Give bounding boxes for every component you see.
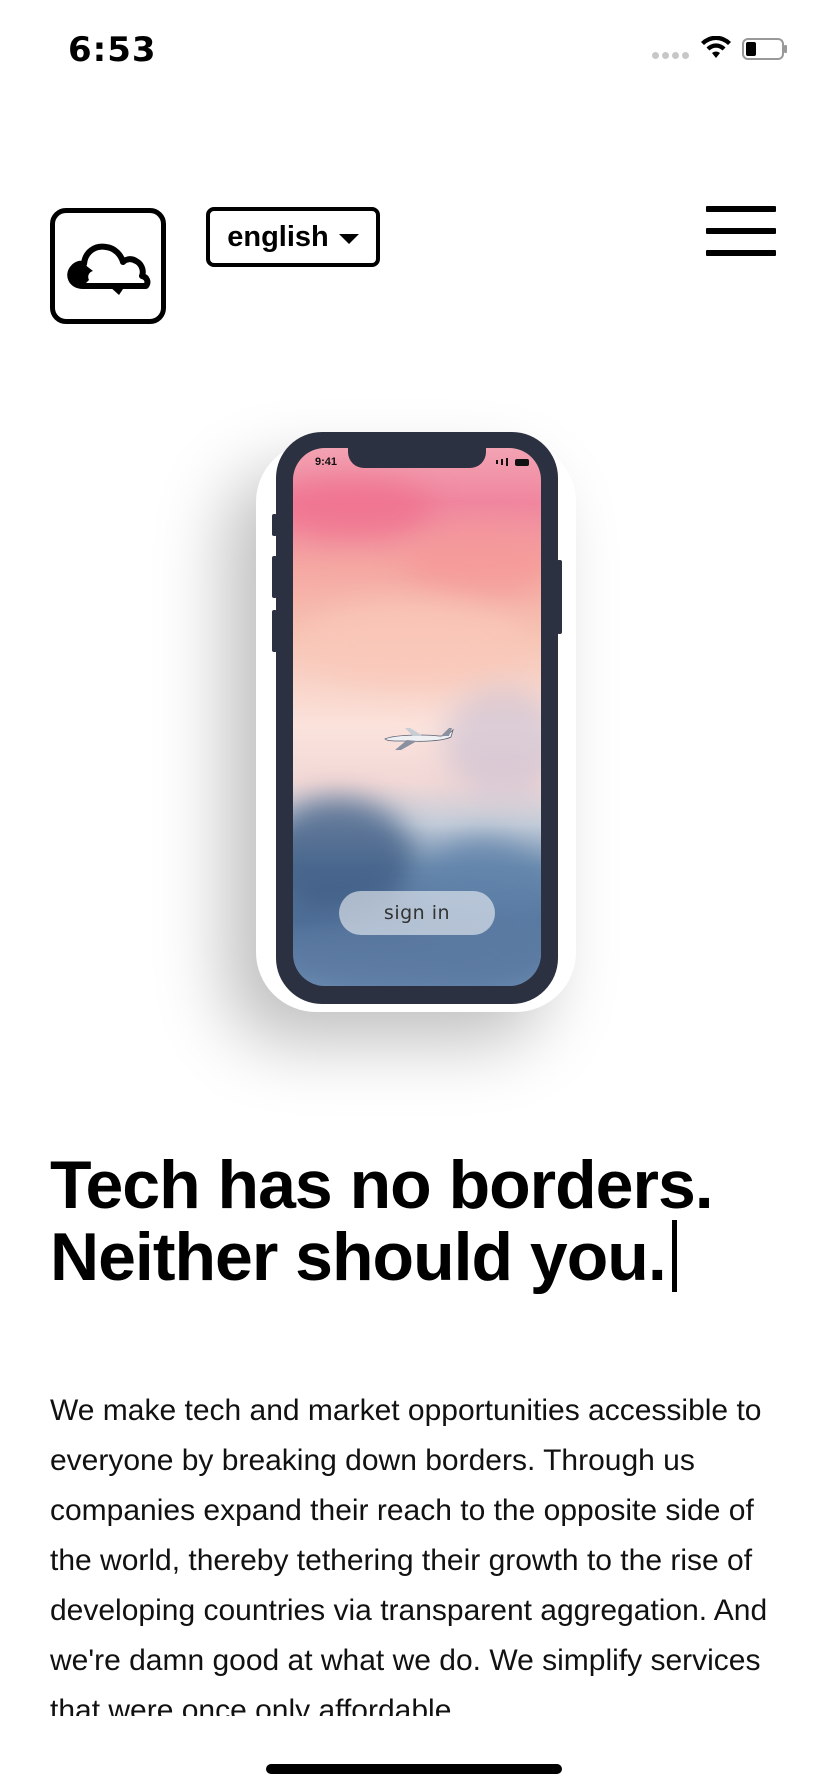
hamburger-menu-button[interactable] (706, 206, 776, 258)
headline-line-2: Neither should you. (50, 1220, 790, 1292)
phone-status-time: 9:41 (315, 456, 338, 468)
home-indicator[interactable] (266, 1764, 562, 1774)
screen: 6:53 english 9:41 sign in Tech has no bo… (0, 0, 828, 1792)
status-bar: 6:53 (0, 0, 828, 100)
cloud-logo-icon (67, 243, 151, 295)
cellular-signal-icon (652, 52, 689, 59)
menu-line (706, 228, 776, 234)
phone-mockup-image: 9:41 sign in (272, 432, 562, 1004)
menu-line (706, 250, 776, 256)
phone-screen: 9:41 sign in (293, 448, 541, 986)
text-cursor (671, 1220, 677, 1292)
phone-status-icons (496, 458, 529, 466)
headline-line-1: Tech has no borders. (50, 1147, 714, 1223)
wifi-icon (701, 36, 731, 58)
menu-line (706, 206, 776, 212)
intro-paragraph: We make tech and market opportunities ac… (50, 1394, 768, 1716)
hero-headline: Tech has no borders. Neither should you. (50, 1150, 790, 1292)
sign-in-button: sign in (339, 891, 495, 935)
logo-button[interactable] (50, 208, 166, 324)
language-select[interactable]: english (206, 207, 380, 267)
battery-icon (742, 38, 787, 60)
language-label: english (227, 220, 329, 253)
status-time: 6:53 (68, 30, 157, 70)
chevron-down-icon (338, 234, 359, 244)
phone-frame: 9:41 sign in (276, 432, 558, 1004)
airplane-icon (384, 728, 454, 750)
